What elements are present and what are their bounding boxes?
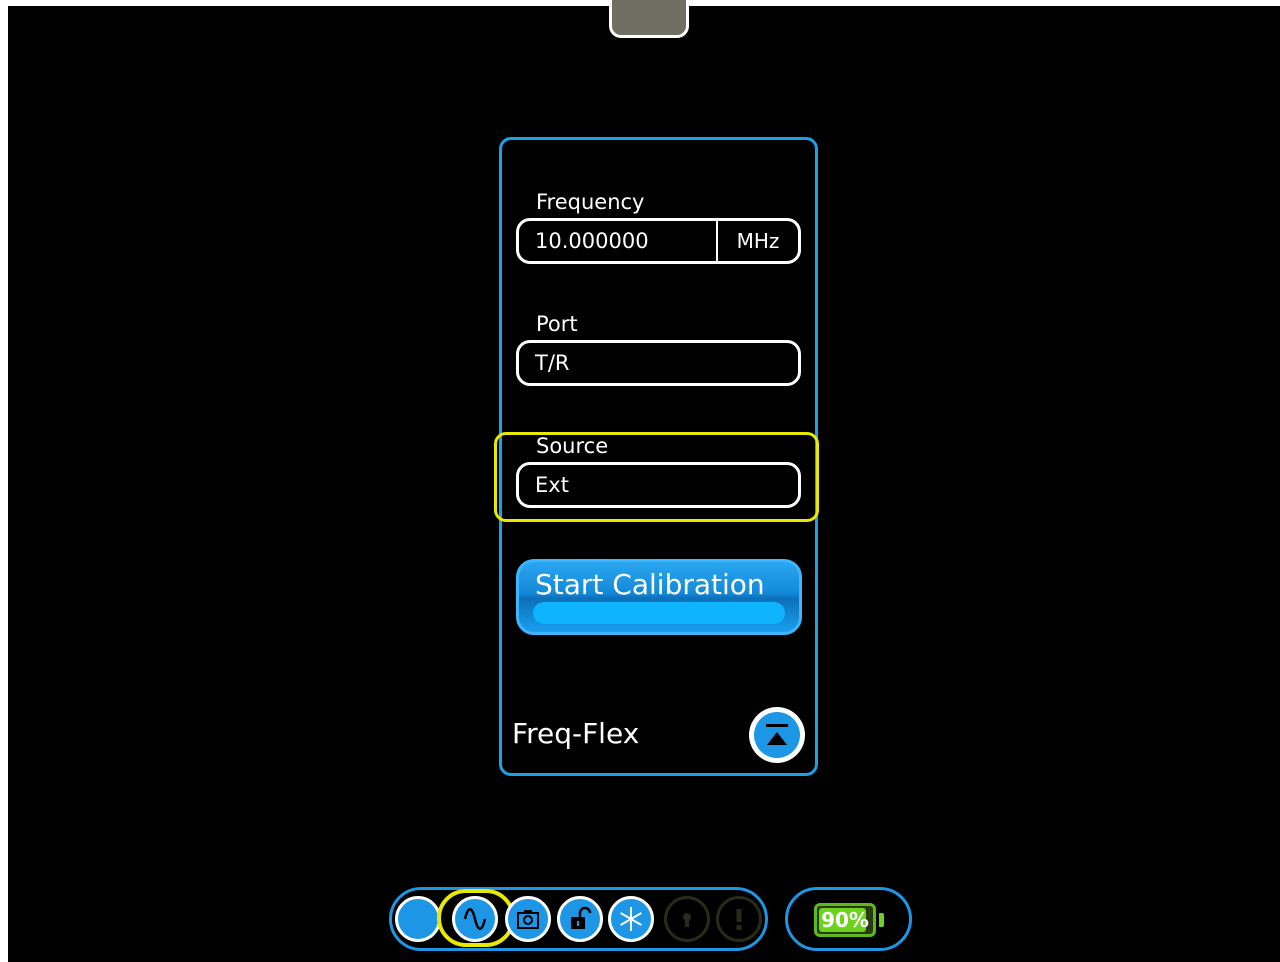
sine-wave-highlight xyxy=(437,889,515,947)
calibration-progress-bar xyxy=(533,602,785,624)
snowflake-icon[interactable] xyxy=(608,896,654,942)
frequency-field[interactable]: 10.000000 MHz xyxy=(516,218,801,264)
circle-icon[interactable] xyxy=(395,896,441,942)
source-label: Source xyxy=(536,434,609,458)
port-value: T/R xyxy=(535,351,570,375)
source-field[interactable]: Ext xyxy=(516,462,801,508)
camera-icon[interactable] xyxy=(505,896,551,942)
source-value: Ext xyxy=(535,473,569,497)
start-calibration-label: Start Calibration xyxy=(535,568,765,601)
port-label: Port xyxy=(536,312,578,336)
battery-icon: 90% xyxy=(814,903,876,937)
battery-tip xyxy=(879,913,884,927)
unlock-icon[interactable] xyxy=(557,896,603,942)
top-pull-tab[interactable] xyxy=(609,0,689,38)
left-border xyxy=(0,0,8,962)
alert-icon xyxy=(716,896,762,942)
keyhole-icon xyxy=(664,896,710,942)
frequency-label: Frequency xyxy=(536,190,645,214)
port-field[interactable]: T/R xyxy=(516,340,801,386)
panel-title: Freq-Flex xyxy=(512,717,640,750)
frequency-value: 10.000000 xyxy=(535,229,649,253)
collapse-panel-button[interactable] xyxy=(749,707,805,763)
frequency-unit-selector[interactable]: MHz xyxy=(716,221,798,261)
collapse-up-icon xyxy=(754,712,800,758)
battery-percent: 90% xyxy=(821,908,869,932)
start-calibration-button[interactable]: Start Calibration xyxy=(516,559,802,635)
